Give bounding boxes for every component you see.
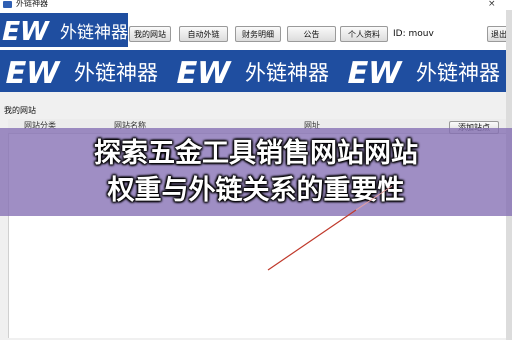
- banner-text: 外链神器: [74, 61, 158, 85]
- banner-text: 外链神器: [416, 61, 500, 85]
- banner-logo: EW 外链神器: [344, 56, 500, 90]
- tab-auto-links[interactable]: 自动外链: [179, 26, 228, 42]
- section-title: 我的网站: [4, 106, 36, 115]
- close-icon[interactable]: ×: [488, 0, 496, 9]
- window-title: 外链神器: [16, 0, 48, 8]
- app-logo: EW 外链神器: [0, 13, 128, 47]
- tab-notice[interactable]: 公告: [287, 26, 336, 42]
- tab-my-sites[interactable]: 我的网站: [129, 26, 171, 42]
- caption-line-1: 探索五金工具销售网站网站: [94, 138, 418, 169]
- banner: EW 外链神器 EW 外链神器 EW 外链神器: [0, 50, 512, 92]
- user-id: ID: mouv: [393, 29, 434, 39]
- banner-badge: EW: [344, 56, 405, 90]
- tab-profile[interactable]: 个人资料: [340, 26, 388, 42]
- banner-badge: EW: [2, 56, 63, 90]
- tab-finance[interactable]: 财务明细: [235, 26, 281, 42]
- logo-badge: EW: [0, 17, 52, 47]
- banner-text: 外链神器: [245, 61, 329, 85]
- caption-line-2: 权重与外链关系的重要性: [107, 175, 405, 206]
- banner-logo: EW 外链神器: [2, 56, 158, 90]
- logo-text: 外链神器: [60, 23, 128, 43]
- app-icon: [3, 1, 12, 8]
- banner-logo: EW 外链神器: [173, 56, 329, 90]
- banner-badge: EW: [173, 56, 234, 90]
- title-bar: 外链神器 ×: [0, 0, 512, 10]
